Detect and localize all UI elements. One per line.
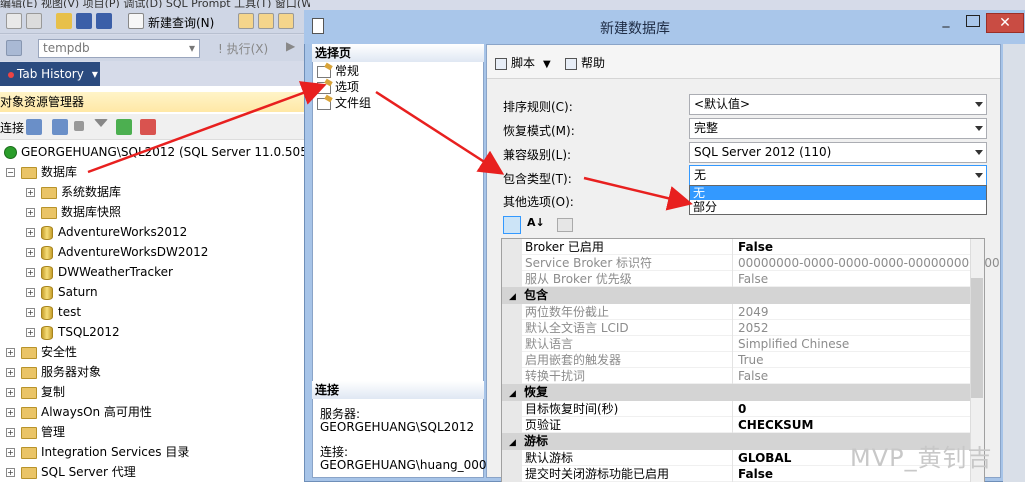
screen: 编辑(E) 视图(V) 项目(P) 调试(D) SQL Prompt 工具(T)… xyxy=(0,0,1025,482)
arrow-to-containment-label xyxy=(375,90,505,175)
arrow-to-partial-option xyxy=(583,176,693,211)
annotation-arrows xyxy=(87,81,693,211)
arrow-to-options-page xyxy=(87,81,327,174)
